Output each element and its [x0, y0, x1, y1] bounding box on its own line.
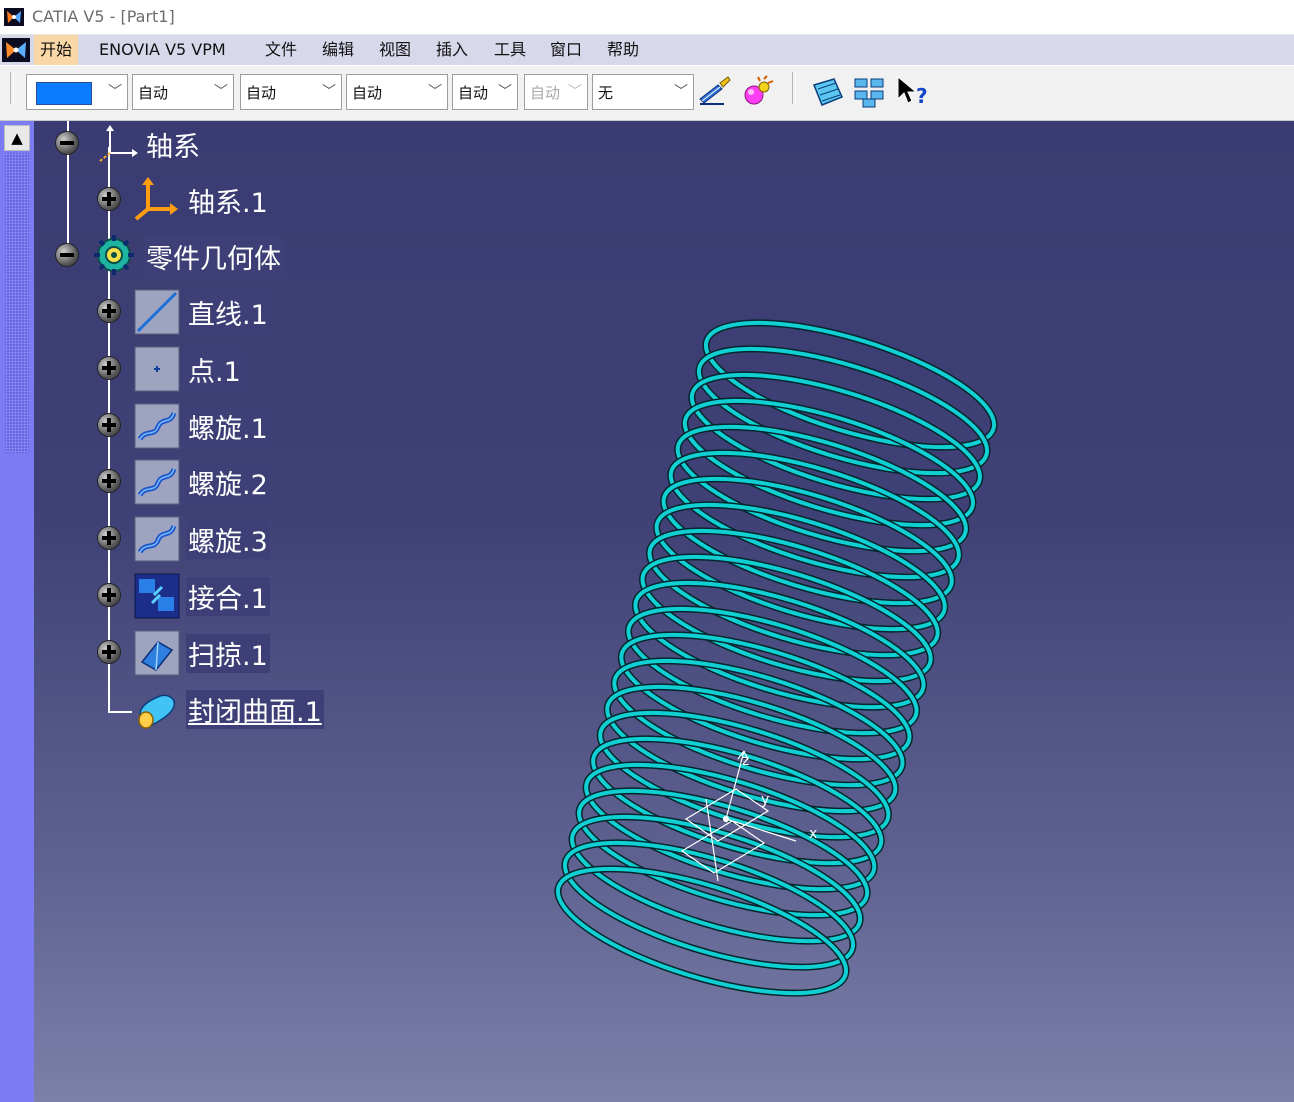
layer-combo[interactable]: 无 ﹀ — [592, 74, 694, 110]
line-thickness-value: 自动 — [246, 84, 277, 102]
axis-y-label: y — [761, 792, 769, 808]
tree-label: 扫掠.1 — [186, 634, 270, 673]
chevron-down-icon: ﹀ — [568, 84, 582, 100]
line-thickness-combo[interactable]: 自动 ﹀ — [240, 74, 342, 110]
title-bar: CATIA V5 - [Part1] — [0, 0, 1294, 35]
graphic-properties-toolbar: ﹀ 自动 ﹀ 自动 ﹀ 自动 ﹀ 自动 ﹀ 自动 ﹀ 无 ﹀ ? — [0, 66, 1294, 121]
color-combo[interactable]: ﹀ — [26, 74, 128, 110]
tree-label: 轴系.1 — [188, 188, 268, 219]
menu-view[interactable]: 视图 — [373, 35, 417, 65]
show-hide-icon[interactable] — [810, 75, 846, 109]
tree-node-line-1[interactable]: 直线.1 — [98, 289, 338, 335]
collapse-icon[interactable] — [56, 132, 78, 154]
point-icon — [134, 346, 180, 392]
transparency-value: 自动 — [138, 84, 169, 102]
expand-icon[interactable] — [98, 414, 120, 436]
chevron-down-icon: ﹀ — [674, 84, 688, 100]
helix-icon — [134, 516, 180, 562]
layer-icon[interactable] — [852, 75, 888, 109]
expand-icon[interactable] — [98, 641, 120, 663]
close-surface-icon — [138, 694, 176, 729]
tree-node-helix-3[interactable]: 螺旋.3 — [98, 516, 338, 562]
chevron-down-icon: ﹀ — [428, 84, 442, 100]
axis-system-icon — [134, 177, 178, 221]
chevron-down-icon: ﹀ — [214, 84, 228, 100]
menu-bar: 开始 ENOVIA V5 VPM 文件 编辑 视图 插入 工具 窗口 帮助 — [0, 35, 1294, 65]
rendering-style-combo: 自动 ﹀ — [524, 74, 588, 110]
tree-label: 螺旋.1 — [186, 407, 270, 446]
tree-node-helix-2[interactable]: 螺旋.2 — [98, 459, 338, 505]
catia-logo-icon — [4, 8, 24, 26]
sweep-icon — [134, 630, 180, 676]
menu-help[interactable]: 帮助 — [601, 35, 645, 65]
rendering-style-value: 自动 — [530, 84, 561, 102]
toolbar-grip[interactable] — [10, 72, 14, 104]
menu-start[interactable]: 开始 — [34, 35, 79, 65]
axis-z-label: z — [742, 753, 749, 769]
axis-x-label: x — [809, 826, 817, 842]
expand-icon[interactable] — [98, 527, 120, 549]
line-type-combo[interactable]: 自动 ﹀ — [346, 74, 448, 110]
line-icon — [134, 289, 180, 335]
tree-label: 直线.1 — [186, 293, 270, 332]
scroll-thumb[interactable] — [5, 153, 29, 453]
tree-label: 螺旋.2 — [186, 463, 270, 502]
svg-text:?: ? — [916, 84, 928, 108]
menu-edit[interactable]: 编辑 — [316, 35, 360, 65]
menu-window[interactable]: 窗口 — [544, 35, 588, 65]
catia-menu-icon[interactable] — [2, 38, 30, 62]
chevron-down-icon: ﹀ — [322, 84, 336, 100]
tree-label: 轴系 — [146, 132, 200, 163]
tree-node-part-body[interactable]: 零件几何体 — [56, 235, 356, 277]
scroll-up-button[interactable]: ▲ — [4, 125, 30, 151]
helix-icon — [134, 403, 180, 449]
color-swatch — [36, 82, 92, 105]
tree-node-point-1[interactable]: 点.1 — [98, 346, 338, 392]
collapse-icon[interactable] — [56, 244, 78, 266]
tree-label: 点.1 — [186, 350, 243, 389]
expand-icon[interactable] — [98, 584, 120, 606]
menu-tools[interactable]: 工具 — [488, 35, 532, 65]
toolbar-grip[interactable] — [792, 72, 796, 104]
join-icon — [134, 573, 180, 619]
chevron-down-icon: ﹀ — [498, 84, 512, 100]
point-symbol-combo[interactable]: 自动 ﹀ — [452, 74, 518, 110]
layer-value: 无 — [598, 84, 614, 102]
menu-insert[interactable]: 插入 — [430, 35, 474, 65]
whats-this-icon[interactable]: ? — [894, 75, 930, 109]
tree-label: 接合.1 — [186, 577, 270, 616]
tree-node-helix-1[interactable]: 螺旋.1 — [98, 403, 338, 449]
painter-icon[interactable] — [696, 75, 732, 109]
tree-node-axes[interactable]: 轴系 — [56, 125, 256, 165]
tree-node-close-surface-1[interactable]: 封闭曲面.1 — [132, 690, 392, 730]
window-title: CATIA V5 - [Part1] — [32, 7, 175, 26]
part-body-icon — [94, 235, 134, 275]
helix-icon — [134, 459, 180, 505]
tree-node-join-1[interactable]: 接合.1 — [98, 573, 338, 619]
tree-label: 螺旋.3 — [186, 520, 270, 559]
menu-enovia[interactable]: ENOVIA V5 VPM — [93, 35, 232, 65]
line-type-value: 自动 — [352, 84, 383, 102]
menu-file[interactable]: 文件 — [259, 35, 303, 65]
apply-material-icon[interactable] — [740, 75, 776, 109]
expand-icon[interactable] — [98, 357, 120, 379]
specification-tree-scrollbar[interactable]: ▲ — [0, 121, 34, 1102]
tree-label: 封闭曲面.1 — [186, 690, 324, 729]
transparency-combo[interactable]: 自动 ﹀ — [132, 74, 234, 110]
axis-group-icon — [99, 125, 138, 162]
point-symbol-value: 自动 — [458, 84, 489, 102]
expand-icon[interactable] — [98, 188, 120, 210]
tree-label: 零件几何体 — [144, 237, 283, 276]
chevron-down-icon: ﹀ — [108, 84, 122, 100]
tree-node-axis-system-1[interactable]: 轴系.1 — [98, 177, 298, 221]
3d-viewport[interactable]: x y z 轴系 轴系.1 零件几何体 直线.1 点.1 螺旋.1 螺旋.2 螺… — [34, 121, 1294, 1102]
expand-icon[interactable] — [98, 300, 120, 322]
expand-icon[interactable] — [98, 470, 120, 492]
tree-node-sweep-1[interactable]: 扫掠.1 — [98, 630, 338, 676]
tree-connector — [108, 711, 132, 713]
